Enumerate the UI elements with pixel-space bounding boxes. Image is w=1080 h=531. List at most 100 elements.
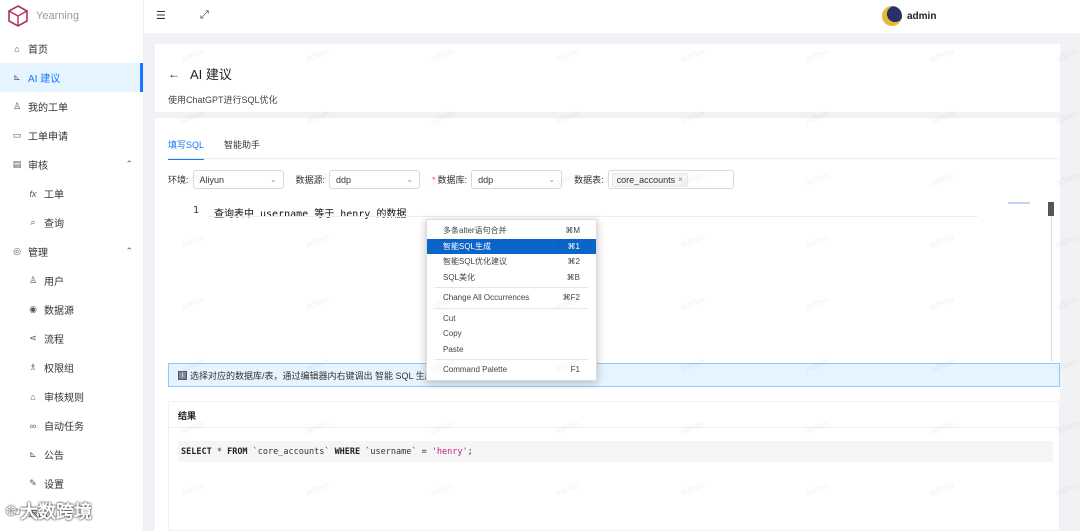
editor-scrollbar[interactable] — [1048, 202, 1054, 216]
sql-token: `core_accounts` — [247, 446, 335, 457]
user-menu[interactable]: admin — [882, 6, 936, 26]
sidebar-item-label: 自动任务 — [44, 422, 84, 433]
sidebar-item-settings[interactable]: ✎ 设置 — [0, 469, 143, 498]
table-tag: core_accounts × — [611, 172, 688, 187]
menu-item-shortcut: ⌘2 — [567, 257, 580, 267]
close-icon[interactable]: × — [678, 175, 683, 184]
sidebar-item-label: 审核 — [28, 161, 48, 172]
db-select[interactable]: ddp ⌄ — [471, 170, 563, 189]
back-arrow-icon[interactable]: ← — [168, 67, 180, 81]
menu-item-shortcut: ⌘1 — [567, 241, 580, 251]
user-icon: ♙ — [28, 275, 38, 285]
monitor-icon: ▭ — [12, 130, 22, 140]
menu-item-sql-optimize[interactable]: 智能SQL优化建议 ⌘2 — [427, 254, 596, 270]
sql-token: * — [211, 446, 228, 457]
info-alert-text: 选择对应的数据库/表，通过编辑器内右键调出 智能 SQL 生成/ — [190, 370, 437, 381]
sidebar-item-ai[interactable]: ⊾ AI 建议 — [0, 63, 143, 92]
menu-item-label: 多条alter语句合并 — [443, 226, 507, 236]
sidebar-item-flow[interactable]: ⋖ 流程 — [0, 324, 143, 353]
share-icon: ⋖ — [29, 333, 37, 343]
table-select[interactable]: core_accounts × — [607, 170, 734, 189]
sidebar-item-label: 管理 — [28, 248, 48, 259]
result-panel: 结果 SELECT * FROM `core_accounts` WHERE `… — [168, 401, 1060, 531]
sidebar-item-rules[interactable]: ⌂ 审核规则 — [0, 382, 143, 411]
home-icon: ⌂ — [14, 43, 20, 54]
sidebar-item-label: 我的工单 — [28, 103, 68, 114]
eye-icon: ◎ — [13, 246, 21, 256]
menu-separator — [435, 359, 588, 360]
eye-icon: ◉ — [29, 304, 37, 314]
sidebar-item-my-orders[interactable]: ♙ 我的工单 — [0, 92, 143, 121]
search-icon: ⌕ — [30, 217, 36, 227]
sidebar-item-users[interactable]: ♙ 用户 — [0, 266, 143, 295]
brand-logo-icon: ❂ — [6, 504, 17, 518]
sidebar-item-label: 权限组 — [44, 364, 74, 375]
env-label: 环境: — [168, 175, 189, 185]
menu-item-label: SQL美化 — [443, 272, 476, 282]
menu-toggle-icon[interactable]: ☰ — [156, 9, 166, 22]
chevron-up-icon: ⌃ — [125, 159, 133, 169]
env-select[interactable]: Aliyun ⌄ — [192, 170, 284, 189]
chevron-down-icon: ⌄ — [548, 175, 556, 184]
sql-editor[interactable]: 1 查询表中 username 等于 henry 的数据 — [168, 202, 1058, 362]
sidebar-item-tasks[interactable]: ∞ 自动任务 — [0, 411, 143, 440]
editor-code[interactable]: 查询表中 username 等于 henry 的数据 — [214, 205, 406, 220]
tab-write-sql[interactable]: 填写SQL — [168, 138, 205, 160]
app-logo[interactable]: Yearning — [0, 0, 143, 32]
chevron-down-icon: ⌄ — [406, 175, 414, 184]
sql-keyword: FROM — [227, 446, 248, 457]
menu-item-sql-beautify[interactable]: SQL美化 ⌘B — [427, 270, 596, 286]
top-bar: ☰ ⤢ — [144, 0, 1080, 33]
menu-item-shortcut: ⌘M — [565, 226, 580, 236]
tabs: 填写SQL 智能助手 — [168, 138, 280, 160]
source-select[interactable]: ddp ⌄ — [329, 170, 421, 189]
home-icon: ⌂ — [30, 391, 36, 402]
menu-item-command-palette[interactable]: Command Palette F1 — [427, 362, 596, 378]
sidebar-item-label: 流程 — [44, 335, 64, 346]
sidebar-item-groups[interactable]: ♗ 权限组 — [0, 353, 143, 382]
menu-item-change-all[interactable]: Change All Occurrences ⌘F2 — [427, 290, 596, 306]
sidebar-item-label: AI 建议 — [28, 74, 61, 85]
fullscreen-icon[interactable]: ⤢ — [200, 9, 209, 22]
menu-item-sql-generate[interactable]: 智能SQL生成 ⌘1 — [427, 238, 596, 254]
menu-item-label: 智能SQL生成 — [443, 241, 492, 251]
sidebar-item-label: 设置 — [44, 480, 64, 491]
menu-item-label: Paste — [443, 344, 464, 354]
brand-overlay-text: 大数跨境 — [20, 502, 93, 522]
minimap[interactable] — [1008, 202, 1030, 204]
menu-item-merge-alter[interactable]: 多条alter语句合并 ⌘M — [427, 223, 596, 239]
menu-item-cut[interactable]: Cut — [427, 311, 596, 327]
sidebar-item-query[interactable]: ⌕ 查询 — [0, 208, 143, 237]
result-title: 结果 — [178, 411, 197, 421]
sql-token: `username` = — [360, 446, 432, 457]
audit-icon: ▤ — [12, 159, 22, 169]
menu-item-paste[interactable]: Paste — [427, 342, 596, 358]
sidebar-item-datasource[interactable]: ◉ 数据源 — [0, 295, 143, 324]
env-value: Aliyun — [199, 174, 225, 185]
sidebar-item-audit[interactable]: ▤ 审核 ⌃ — [0, 150, 143, 179]
table-tag-label: core_accounts — [616, 174, 676, 185]
username: admin — [907, 10, 937, 22]
sidebar-item-apply[interactable]: ▭ 工单申请 — [0, 121, 143, 150]
link-icon: ∞ — [29, 420, 37, 431]
menu-item-label: 智能SQL优化建议 — [443, 257, 508, 267]
menu-separator — [435, 307, 588, 309]
context-menu: 多条alter语句合并 ⌘M 智能SQL生成 ⌘1 智能SQL优化建议 ⌘2 SQL美… — [426, 219, 597, 381]
sidebar-item-home[interactable]: ⌂ 首页 — [0, 34, 143, 63]
sidebar-item-label: 用户 — [44, 277, 64, 288]
sidebar-item-notice[interactable]: ⊾ 公告 — [0, 440, 143, 469]
sidebar-item-label: 工单申请 — [28, 132, 68, 143]
current-line-highlight — [208, 216, 978, 217]
menu-item-copy[interactable]: Copy — [427, 326, 596, 342]
sql-token: ; — [467, 446, 473, 457]
db-value: ddp — [478, 174, 494, 185]
sidebar-item-manage[interactable]: ◎ 管理 ⌃ — [0, 237, 143, 266]
sidebar-item-orders[interactable]: fx 工单 — [0, 179, 143, 208]
sidebar-item-label: 首页 — [28, 45, 48, 56]
source-value: ddp — [336, 174, 352, 185]
menu-item-label: Command Palette — [443, 365, 508, 375]
tab-assistant[interactable]: 智能助手 — [224, 138, 260, 160]
sql-keyword: SELECT — [181, 446, 212, 457]
page-title: AI 建议 — [190, 67, 232, 82]
avatar — [882, 6, 902, 26]
